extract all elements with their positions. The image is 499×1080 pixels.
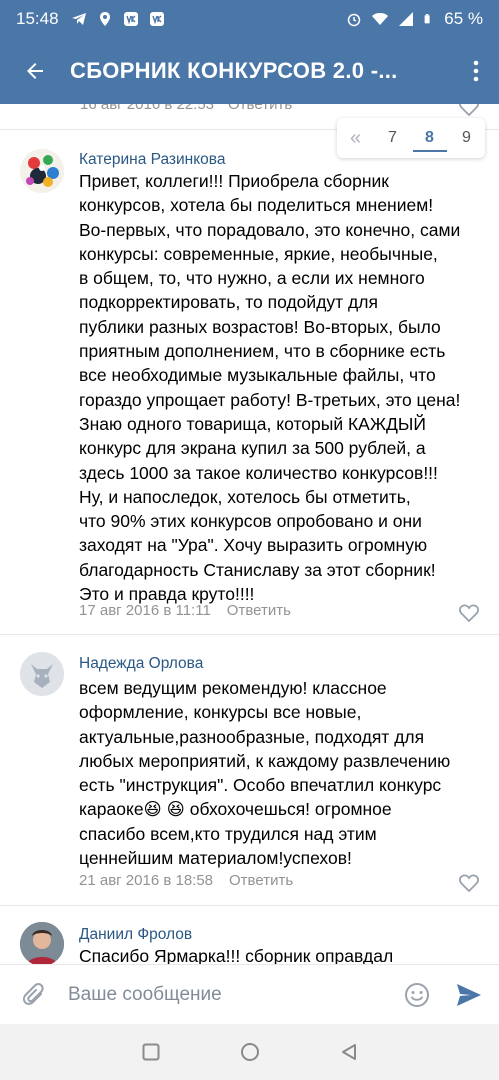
comments-feed[interactable]: 16 авг 2016 в 22:53 Ответить Катерина Ра… (0, 104, 499, 964)
alarm-icon (348, 13, 361, 27)
comment-date: 17 авг 2016 в 11:11 (79, 602, 211, 619)
comment-date: 21 авг 2016 в 18:58 (79, 872, 214, 889)
comment-author[interactable]: Надежда Орлова (79, 655, 203, 673)
pagination: « 7 8 9 (337, 118, 485, 158)
comment-item: Катерина Разинкова Привет, коллеги!!! Пр… (0, 130, 499, 634)
heart-icon[interactable] (459, 104, 479, 116)
wifi-icon (372, 13, 389, 25)
back-nav-icon[interactable] (340, 1043, 358, 1061)
battery-icon (424, 14, 430, 24)
location-icon (99, 12, 110, 26)
reply-link[interactable]: Ответить (228, 104, 292, 113)
comment-text: Спасибо Ярмарка!!! сборник оправдал (79, 946, 394, 964)
status-time: 15:48 (16, 9, 59, 28)
previous-comment-meta: 16 авг 2016 в 22:53 Ответить (80, 104, 292, 113)
message-composer: Ваше сообщение (0, 964, 499, 1024)
message-input[interactable]: Ваше сообщение (68, 984, 395, 1006)
page-link[interactable]: 7 (376, 124, 410, 152)
battery-percent: 65 % (444, 9, 483, 28)
page-title: СБОРНИК КОНКУРСОВ 2.0 -... (70, 58, 398, 83)
comment-meta: 17 авг 2016 в 11:11 Ответить (79, 602, 291, 619)
comment-date: 16 авг 2016 в 22:53 (80, 104, 215, 113)
telegram-icon (71, 13, 86, 25)
home-icon[interactable] (240, 1042, 260, 1062)
comment-meta: 21 авг 2016 в 18:58 Ответить (79, 872, 293, 889)
page-link-active[interactable]: 8 (412, 124, 447, 152)
more-vert-icon (473, 60, 479, 82)
reply-link[interactable]: Ответить (227, 602, 291, 619)
attach-button[interactable] (0, 982, 68, 1008)
vk-icon (149, 12, 164, 26)
arrow-left-icon (27, 63, 43, 79)
heart-icon[interactable] (459, 874, 479, 892)
recents-icon[interactable] (142, 1043, 160, 1061)
reply-link[interactable]: Ответить (229, 872, 293, 889)
smile-icon (405, 982, 429, 1007)
comment-item: Надежда Орлова всем ведущим рекомендую! … (0, 635, 499, 905)
back-button[interactable] (0, 38, 70, 104)
send-button[interactable] (439, 983, 499, 1007)
emoji-button[interactable] (395, 982, 439, 1008)
status-bar: 15:48 65 % (0, 0, 499, 38)
vk-icon (123, 12, 138, 26)
send-icon (457, 983, 481, 1006)
system-nav-bar (0, 1024, 499, 1080)
pagination-prev[interactable]: « (339, 124, 373, 152)
page-link[interactable]: 9 (450, 124, 484, 152)
comment-author[interactable]: Катерина Разинкова (79, 151, 225, 169)
avatar[interactable] (20, 149, 64, 193)
avatar[interactable] (20, 922, 64, 964)
more-menu-button[interactable] (430, 38, 499, 104)
comment-author[interactable]: Даниил Фролов (79, 926, 192, 944)
paperclip-icon (22, 982, 44, 1005)
heart-icon[interactable] (459, 604, 479, 622)
app-bar: СБОРНИК КОНКУРСОВ 2.0 -... (0, 38, 499, 104)
comment-text: всем ведущим рекомендую! классное оформл… (79, 678, 451, 869)
signal-icon (399, 12, 414, 26)
avatar[interactable] (20, 652, 64, 696)
comment-item: Даниил Фролов Спасибо Ярмарка!!! сборник… (0, 906, 499, 964)
comment-text: Привет, коллеги!!! Приобрела сборник кон… (79, 171, 461, 605)
